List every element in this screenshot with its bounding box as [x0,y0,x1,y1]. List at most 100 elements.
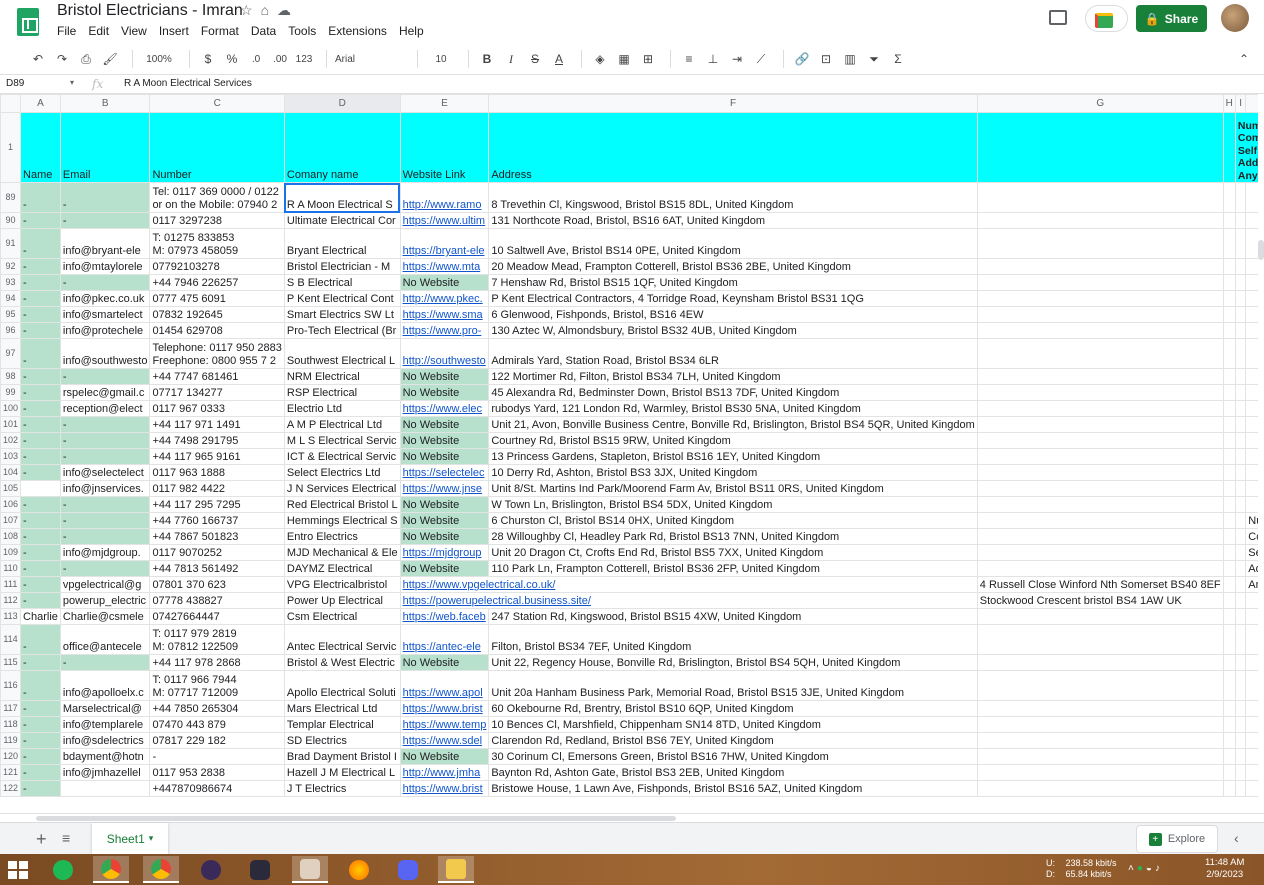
spotify-tray-icon[interactable]: ● [1137,863,1146,874]
cell[interactable] [976,512,1224,529]
cell-address[interactable]: 130 Aztec W, Almondsbury, Bristol BS32 4… [488,322,978,339]
row-number[interactable]: 122 [0,780,22,797]
side-panel-toggle-icon[interactable]: ‹ [1234,830,1239,846]
row-number[interactable]: 110 [0,560,22,577]
cell-name[interactable]: - [20,322,61,339]
cell-address[interactable]: Baynton Rd, Ashton Gate, Bristol BS3 2EB… [488,764,978,781]
cell-website[interactable]: https://www.elec [399,400,490,417]
cell-number[interactable]: 0117 9070252 [149,544,285,561]
cell-company[interactable]: J N Services Electrical [283,480,401,497]
cell[interactable] [1234,544,1247,561]
row-number[interactable]: 117 [0,700,22,717]
cell[interactable] [1222,512,1236,529]
avatar[interactable] [1221,4,1249,32]
cell-website[interactable]: No Website [399,560,490,577]
media-player-icon[interactable] [193,856,229,883]
font-select[interactable]: Arial [335,48,405,70]
column-header-h[interactable]: H [1222,94,1236,113]
row-number[interactable]: 107 [0,512,22,529]
row-number[interactable]: 102 [0,432,22,449]
explore-button[interactable]: + Explore [1136,825,1218,853]
cell[interactable] [1222,228,1236,259]
cell[interactable] [976,480,1224,497]
cell-address[interactable]: Filton, Bristol BS34 7EF, United Kingdom [488,624,978,655]
cell-address[interactable]: W Town Ln, Brislington, Bristol BS4 5DX,… [488,496,978,513]
cell[interactable] [1234,512,1247,529]
row-number[interactable]: 113 [0,608,22,625]
cell-email[interactable]: bdayment@hotn [59,748,151,765]
column-header-d[interactable]: D [283,94,401,113]
cell[interactable] [976,322,1224,339]
undo-icon[interactable]: ↶ [28,48,48,70]
cell[interactable] [1234,764,1247,781]
cell-email[interactable]: office@antecele [59,624,151,655]
cell-address[interactable]: 6 Glenwood, Fishponds, Bristol, BS16 4EW [488,306,978,323]
cell-company[interactable]: Brad Dayment Bristol I [283,748,401,765]
cell-address[interactable]: Courtney Rd, Bristol BS15 9RW, United Ki… [488,432,978,449]
header-company[interactable]: Comany name [283,112,401,183]
cell-company[interactable]: ICT & Electrical Servic [283,448,401,465]
select-all-corner[interactable] [0,94,22,113]
cell-name[interactable]: - [20,764,61,781]
cell-website[interactable]: https://www.mta [399,258,490,275]
cell-company[interactable]: VPG Electricalbristol [283,576,401,593]
cell-name[interactable]: - [20,306,61,323]
cell-company[interactable]: Smart Electrics SW Lt [283,306,401,323]
cell[interactable] [1222,716,1236,733]
paint-format-icon[interactable]: 🖌 [100,48,120,70]
column-header-b[interactable]: B [59,94,151,113]
cell-website[interactable]: https://powerupelectrical.business.site/ [399,592,978,609]
firefox-icon[interactable] [341,856,377,883]
cell[interactable] [976,670,1224,701]
star-icon[interactable]: ☆ [240,2,261,18]
menu-item-help[interactable]: Help [399,24,424,38]
cell[interactable] [976,112,1224,183]
cell-note-short[interactable] [1245,716,1258,733]
cell[interactable] [1222,780,1236,797]
cell-email[interactable]: vpgelectrical@g [59,576,151,593]
insert-comment-icon[interactable]: ⊡ [816,48,836,70]
cell[interactable] [1234,700,1247,717]
cell-company[interactable]: R A Moon Electrical S [283,182,401,213]
cell-address[interactable]: 13 Princess Gardens, Stapleton, Bristol … [488,448,978,465]
cell-number[interactable]: T: 01275 833853 M: 07973 458059 [149,228,285,259]
filter-icon[interactable]: ⏷ [864,48,884,70]
cell-number[interactable]: +44 7498 291795 [149,432,285,449]
cell-note-short[interactable] [1245,670,1258,701]
cell-number[interactable]: T: 0117 966 7944 M: 07717 712009 [149,670,285,701]
cell-website[interactable]: No Website [399,432,490,449]
cell-company[interactable]: MJD Mechanical & Ele [283,544,401,561]
cell-company[interactable]: Ultimate Electrical Cor [283,212,401,229]
cell-company[interactable]: RSP Electrical [283,384,401,401]
cell-address[interactable]: 45 Alexandra Rd, Bedminster Down, Bristo… [488,384,978,401]
cell-note-short[interactable]: Companies whic [1245,528,1258,545]
strikethrough-button[interactable]: S [525,48,545,70]
row-number[interactable]: 115 [0,654,22,671]
cell-company[interactable]: SD Electrics [283,732,401,749]
cell-name[interactable]: - [20,700,61,717]
cell-note-short[interactable] [1245,322,1258,339]
cell-name[interactable]: - [20,732,61,749]
cell-address[interactable]: 122 Mortimer Rd, Filton, Bristol BS34 7L… [488,368,978,385]
cell-number[interactable]: 07470 443 879 [149,716,285,733]
row-number[interactable]: 114 [0,624,22,655]
cell[interactable] [976,416,1224,433]
cell-number[interactable]: 0117 3297238 [149,212,285,229]
cell[interactable] [976,432,1224,449]
cell[interactable] [976,700,1224,717]
cell[interactable] [976,780,1224,797]
cell[interactable] [976,274,1224,291]
cell-note-short[interactable] [1245,368,1258,385]
row-number[interactable]: 111 [0,576,22,593]
windows-start-icon[interactable] [8,861,28,879]
cell[interactable] [1234,496,1247,513]
cell-company[interactable]: Bristol & West Electric [283,654,401,671]
cell-note-short[interactable] [1245,338,1258,369]
sheets-logo-icon[interactable] [17,8,39,36]
cell-name[interactable]: - [20,416,61,433]
cell-address[interactable]: 10 Bences Cl, Marshfield, Chippenham SN1… [488,716,978,733]
header-notes-cell[interactable]: Numbers that starts with 07 should be ad… [1234,112,1258,183]
cell[interactable] [1234,576,1247,593]
cell-website[interactable]: No Website [399,654,490,671]
cell[interactable] [1234,654,1247,671]
